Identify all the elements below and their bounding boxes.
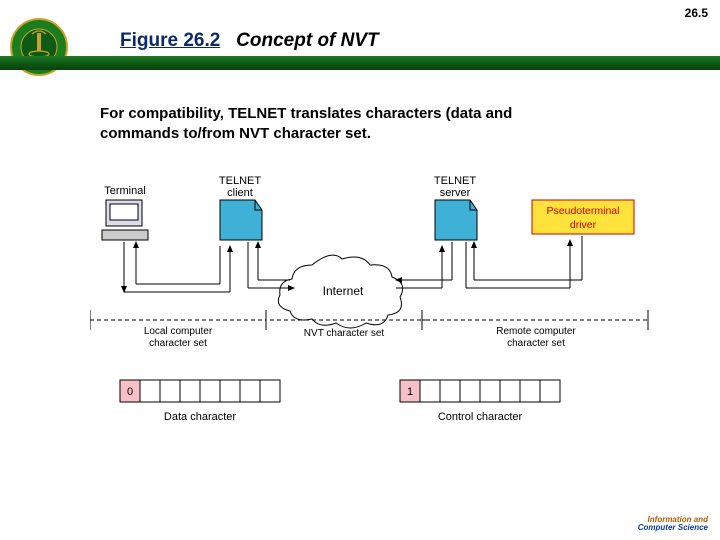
pseudo-label-1: Pseudoterminal: [547, 205, 620, 217]
figure-desc: Concept of NVT: [236, 30, 379, 51]
footer-logo: Information and Computer Science: [638, 516, 708, 532]
client-label-2: client: [227, 187, 253, 199]
client-label-1: TELNET: [219, 175, 261, 187]
figure-title: Figure 26.2 Concept of NVT: [120, 30, 379, 52]
data-char-byte: 0: [120, 380, 280, 402]
remote-set-2: character set: [507, 338, 565, 349]
control-char-byte: 1: [400, 380, 560, 402]
terminal-label: Terminal: [104, 185, 146, 197]
local-set-2: character set: [149, 338, 207, 349]
server-label-1: TELNET: [434, 175, 476, 187]
nvt-diagram: Terminal TELNET client TELNET server Pse…: [90, 170, 650, 440]
header-green-bar: [0, 56, 720, 70]
server-label-2: server: [440, 187, 471, 199]
body-text: For compatibility, TELNET translates cha…: [100, 104, 580, 143]
local-set-1: Local computer: [144, 326, 213, 337]
nvt-set: NVT character set: [304, 328, 385, 339]
svg-text:1: 1: [407, 386, 413, 398]
figure-label: Figure 26.2: [120, 30, 220, 51]
svg-text:0: 0: [127, 386, 133, 398]
remote-set-1: Remote computer: [496, 326, 576, 337]
control-char-label: Control character: [438, 411, 523, 423]
data-char-label: Data character: [164, 411, 236, 423]
pseudo-label-2: driver: [570, 219, 597, 231]
page-number: 26.5: [685, 6, 708, 20]
footer-line2: Computer Science: [638, 523, 708, 532]
internet-label: Internet: [323, 284, 364, 298]
